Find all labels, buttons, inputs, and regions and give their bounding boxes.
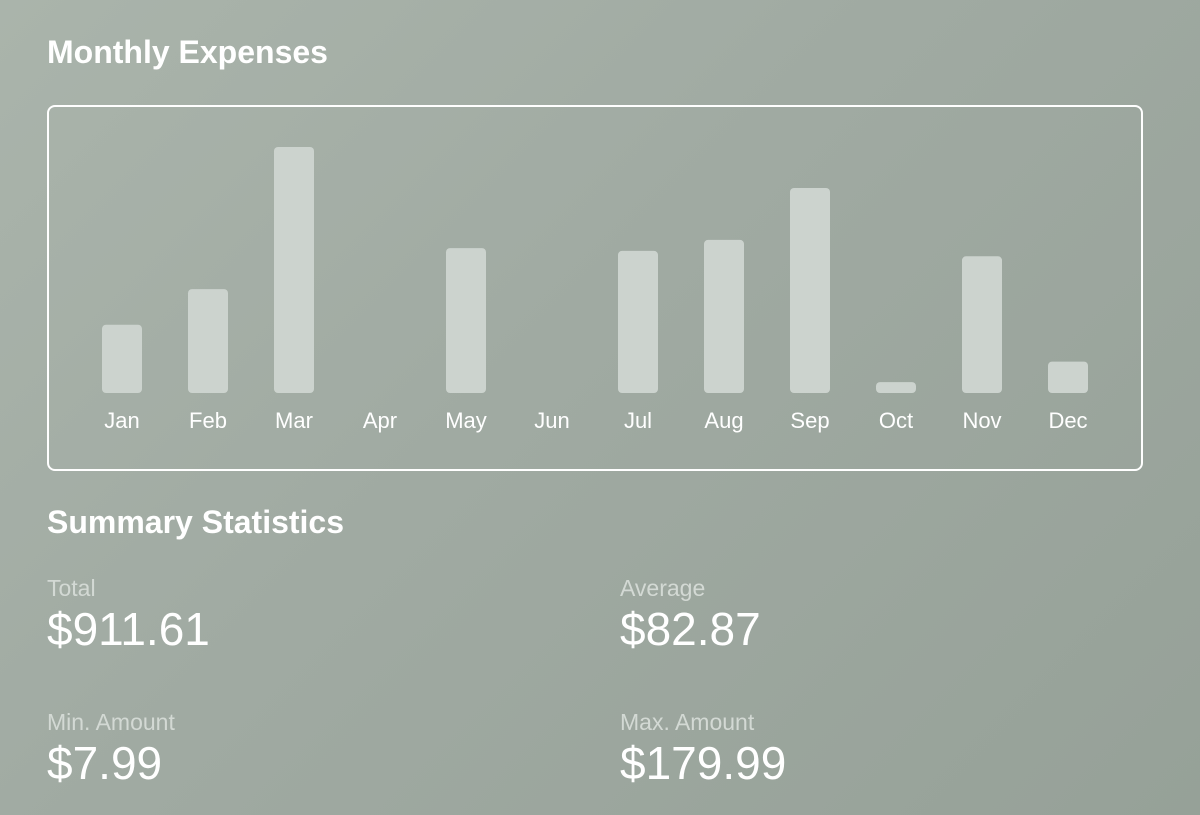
stat-average-value: $82.87 — [620, 603, 761, 655]
stat-min-label: Min. Amount — [47, 709, 175, 735]
month-label-mar: Mar — [275, 408, 313, 433]
bar-oct — [876, 382, 916, 393]
month-label-apr: Apr — [363, 408, 397, 433]
stat-total-value: $911.61 — [47, 603, 210, 655]
month-label-oct: Oct — [879, 408, 913, 433]
bar-may — [446, 248, 486, 393]
bar-sep — [790, 188, 830, 393]
month-label-jun: Jun — [534, 408, 569, 433]
month-label-aug: Aug — [704, 408, 743, 433]
month-label-sep: Sep — [790, 408, 829, 433]
expenses-chart-panel: Jan Feb Mar Apr May Jun Jul Aug Sep Oct Nov Dec — [47, 105, 1143, 471]
bar-jan — [102, 324, 142, 393]
month-label-dec: Dec — [1048, 408, 1087, 433]
chart-title: Monthly Expenses — [47, 34, 328, 70]
stat-average: Average $82.87 — [620, 575, 761, 655]
stat-total: Total $911.61 — [47, 575, 210, 655]
summary-title: Summary Statistics — [47, 504, 345, 540]
stat-max-value: $179.99 — [620, 737, 787, 789]
bar-nov — [962, 256, 1002, 393]
month-label-jan: Jan — [104, 408, 139, 433]
bar-dec — [1048, 361, 1088, 393]
stat-min: Min. Amount $7.99 — [47, 709, 175, 789]
expenses-bar-chart: Jan Feb Mar Apr May Jun Jul Aug Sep Oct Nov Dec — [102, 147, 1088, 433]
month-label-may: May — [445, 408, 487, 433]
bar-mar — [274, 147, 314, 393]
stat-max: Max. Amount $179.99 — [620, 709, 787, 789]
stat-total-label: Total — [47, 575, 96, 601]
bar-jul — [618, 250, 658, 393]
month-label-jul: Jul — [624, 408, 652, 433]
stat-max-label: Max. Amount — [620, 709, 755, 735]
bar-feb — [188, 289, 228, 393]
month-label-nov: Nov — [962, 408, 1001, 433]
stat-min-value: $7.99 — [47, 737, 163, 789]
stat-average-label: Average — [620, 575, 706, 601]
month-label-feb: Feb — [189, 408, 227, 433]
bar-aug — [704, 239, 744, 393]
